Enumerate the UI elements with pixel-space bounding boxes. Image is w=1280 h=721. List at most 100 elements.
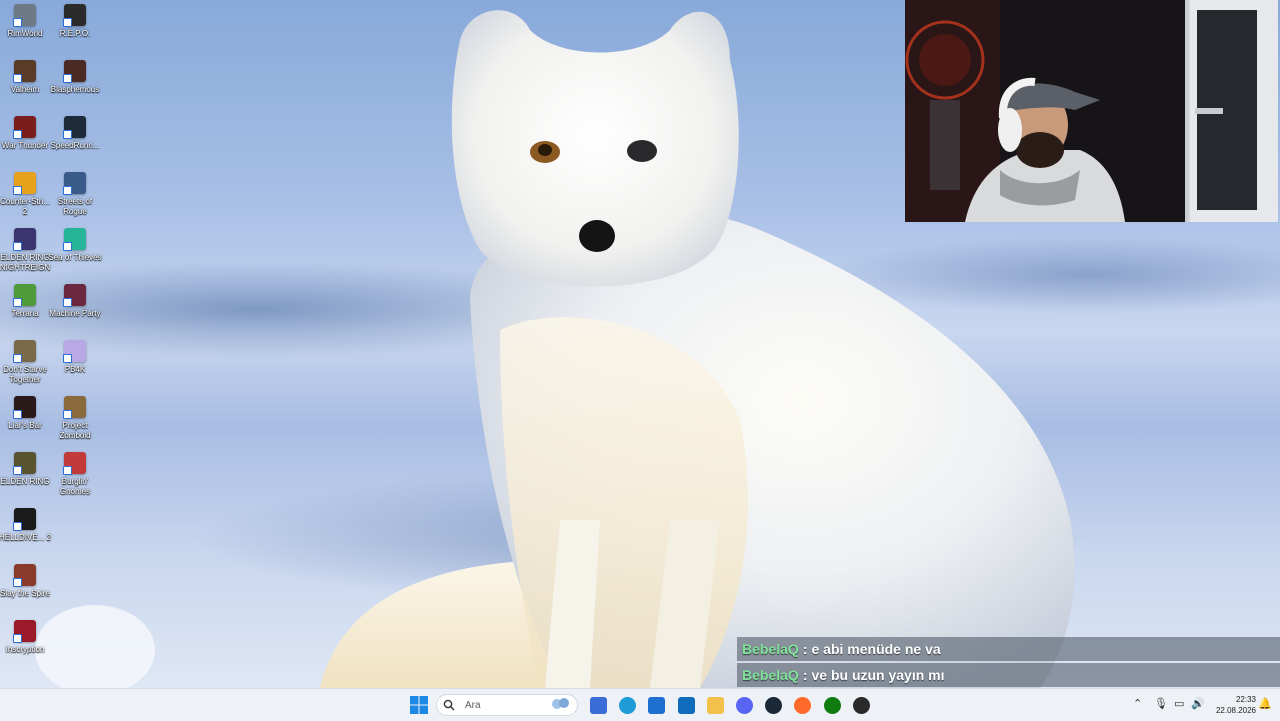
desktop-icon-dont-starve-together[interactable]: Don't Starve Together <box>0 340 51 385</box>
desktop-icon-repo[interactable]: R.E.P.O. <box>49 4 101 39</box>
obs-icon <box>852 696 870 714</box>
clock[interactable]: 22:33 22.08.2026 <box>1206 694 1256 716</box>
widgets-news-icon <box>589 696 607 714</box>
taskbar-app-steam[interactable] <box>762 694 784 716</box>
clock-time: 22:33 <box>1235 695 1256 704</box>
desktop-icon-label: Valheim <box>10 85 40 94</box>
taskbar-app-outlook[interactable] <box>675 694 697 716</box>
helldivers-icon <box>13 508 36 531</box>
pb4k-icon <box>63 340 86 363</box>
taskbar-search-box[interactable]: Ara <box>436 694 578 716</box>
machine-party-icon <box>63 284 86 307</box>
desktop-icon-elden-ring[interactable]: ELDEN RING <box>0 452 51 487</box>
search-highlight-icon <box>549 697 571 714</box>
steam-icon <box>764 696 782 714</box>
elden-ring-nightreign-icon <box>13 228 36 251</box>
chat-separator: : <box>802 667 808 683</box>
outlook-icon <box>677 696 695 714</box>
desktop-icon-blasphemous[interactable]: Blasphemous <box>49 60 101 95</box>
microphone-icon[interactable]: 🎙 <box>1154 697 1168 710</box>
taskbar-app-edge[interactable] <box>616 694 638 716</box>
project-zomboid-icon <box>63 396 86 419</box>
firefox-icon <box>793 696 811 714</box>
search-icon <box>443 699 455 711</box>
desktop-icon-streets-of-rogue[interactable]: Streets of Rogue <box>49 172 101 217</box>
desktop-icon-label: War Thunder <box>1 141 49 150</box>
desktop-icon-helldivers[interactable]: HELLDIVE... 2 <box>0 508 51 543</box>
notifications-icon[interactable]: 🔔 <box>1258 697 1272 710</box>
desktop-icon-inscryption[interactable]: Inscryption <box>0 620 51 655</box>
taskbar-app-firefox[interactable] <box>791 694 813 716</box>
desktop-icon-sea-of-thieves[interactable]: Sea of Thieves <box>48 228 102 263</box>
inscryption-icon <box>13 620 36 643</box>
desktop-icon-label: Counter-Stri... 2 <box>0 197 50 216</box>
elden-ring-icon <box>13 452 36 475</box>
chat-separator: : <box>802 641 808 657</box>
rimworld-icon <box>13 4 36 27</box>
network-icon[interactable]: ▭ <box>1174 697 1184 710</box>
chat-text: e abi menüde ne va <box>811 641 941 657</box>
show-hidden-icons-chevron-icon[interactable]: ⌃ <box>1133 697 1142 710</box>
taskbar-app-obs[interactable] <box>850 694 872 716</box>
volume-icon[interactable]: 🔊 <box>1191 697 1205 710</box>
desktop-icon-burglin-gnomes[interactable]: Burglin' Gnomes <box>49 452 101 497</box>
desktop-icon-slay-the-spire[interactable]: Slay the Spire <box>0 564 51 599</box>
desktop-icon-rimworld[interactable]: RimWorld <box>0 4 51 39</box>
desktop-icon-counter-strike[interactable]: Counter-Stri... 2 <box>0 172 51 217</box>
store-icon <box>647 696 665 714</box>
desktop-icon-label: Terraria <box>11 309 39 318</box>
start-button[interactable] <box>408 694 430 716</box>
discord-icon <box>735 696 753 714</box>
desktop-icon-project-zomboid[interactable]: Project Zomboid <box>49 396 101 441</box>
xbox-icon <box>823 696 841 714</box>
taskbar-app-widgets-news[interactable] <box>587 694 609 716</box>
terraria-icon <box>13 284 36 307</box>
desktop-icon-label: Machine Party <box>49 309 101 318</box>
chat-username: BebelaQ <box>742 641 799 657</box>
desktop-icon-label: Don't Starve Together <box>3 365 47 384</box>
war-thunder-icon <box>13 116 36 139</box>
webcam-streamer-image <box>905 0 1278 222</box>
desktop-icon-valheim[interactable]: Valheim <box>0 60 51 95</box>
taskbar-app-xbox[interactable] <box>821 694 843 716</box>
desktop-icon-label: ELDEN RING NIGHTREIGN <box>0 253 51 272</box>
desktop[interactable]: RimWorld R.E.P.O. Valheim Blasphemous War Th… <box>0 0 1280 688</box>
taskbar-app-store[interactable] <box>645 694 667 716</box>
dont-starve-together-icon <box>13 340 36 363</box>
desktop-icon-label: Burglin' Gnomes <box>59 477 91 496</box>
desktop-icon-label: SpeedRunn... <box>50 141 100 150</box>
repo-icon <box>63 4 86 27</box>
desktop-icon-label: HELLDIVE... 2 <box>0 533 52 542</box>
liars-bar-icon <box>13 396 36 419</box>
desktop-icon-label: Inscryption <box>5 645 45 654</box>
file-explorer-icon <box>706 696 724 714</box>
edge-icon <box>618 696 636 714</box>
blasphemous-icon <box>63 60 86 83</box>
desktop-icon-machine-party[interactable]: Machine Party <box>49 284 101 319</box>
sea-of-thieves-icon <box>63 228 86 251</box>
desktop-icon-label: ELDEN RING <box>0 477 50 486</box>
burglin-gnomes-icon <box>63 452 86 475</box>
chat-message: BebelaQ : ve bu uzun yayın mı <box>737 663 1280 687</box>
windows-start-icon <box>410 696 428 714</box>
desktop-icon-liars-bar[interactable]: Liar's Bar <box>0 396 51 431</box>
desktop-icon-label: R.E.P.O. <box>59 29 91 38</box>
desktop-icon-label: Blasphemous <box>50 85 100 94</box>
desktop-icon-terraria[interactable]: Terraria <box>0 284 51 319</box>
chat-username: BebelaQ <box>742 667 799 683</box>
desktop-icon-label: RimWorld <box>7 29 43 38</box>
counter-strike-icon <box>13 172 36 195</box>
taskbar-app-discord[interactable] <box>733 694 755 716</box>
clock-date: 22.08.2026 <box>1215 706 1256 715</box>
search-placeholder: Ara <box>465 699 481 711</box>
desktop-icon-war-thunder[interactable]: War Thunder <box>0 116 51 151</box>
slay-the-spire-icon <box>13 564 36 587</box>
valheim-icon <box>13 60 36 83</box>
streets-of-rogue-icon <box>63 172 86 195</box>
desktop-icon-speedrunners[interactable]: SpeedRunn... <box>49 116 101 151</box>
desktop-icon-pb4k[interactable]: PB4K <box>49 340 101 375</box>
taskbar-app-file-explorer[interactable] <box>704 694 726 716</box>
desktop-icon-elden-ring-nightreign[interactable]: ELDEN RING NIGHTREIGN <box>0 228 51 273</box>
desktop-icon-label: Sea of Thieves <box>48 253 102 262</box>
chat-text: ve bu uzun yayın mı <box>811 667 945 683</box>
